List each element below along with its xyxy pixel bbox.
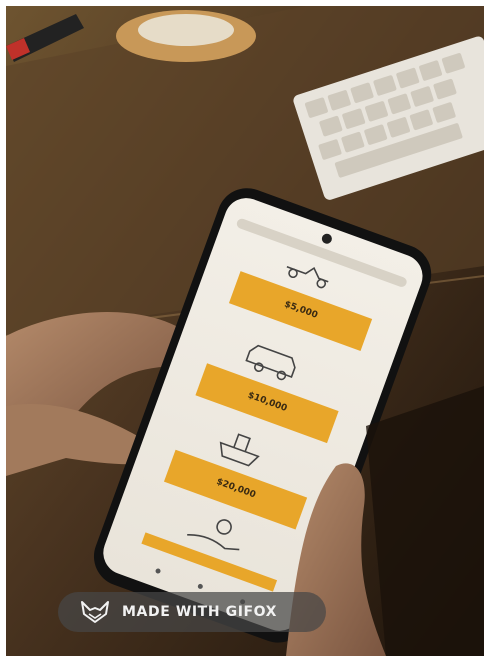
- watermark-text: MADE WITH GIFOX: [122, 604, 278, 620]
- fox-icon: [81, 601, 109, 623]
- coaster: [116, 10, 256, 62]
- gifox-watermark: MADE WITH GIFOX: [58, 592, 326, 632]
- photo-scene: $5,000 $10,000 $20,000: [6, 6, 484, 656]
- photo-frame: $5,000 $10,000 $20,000 MADE WITH GIFOX: [6, 6, 484, 656]
